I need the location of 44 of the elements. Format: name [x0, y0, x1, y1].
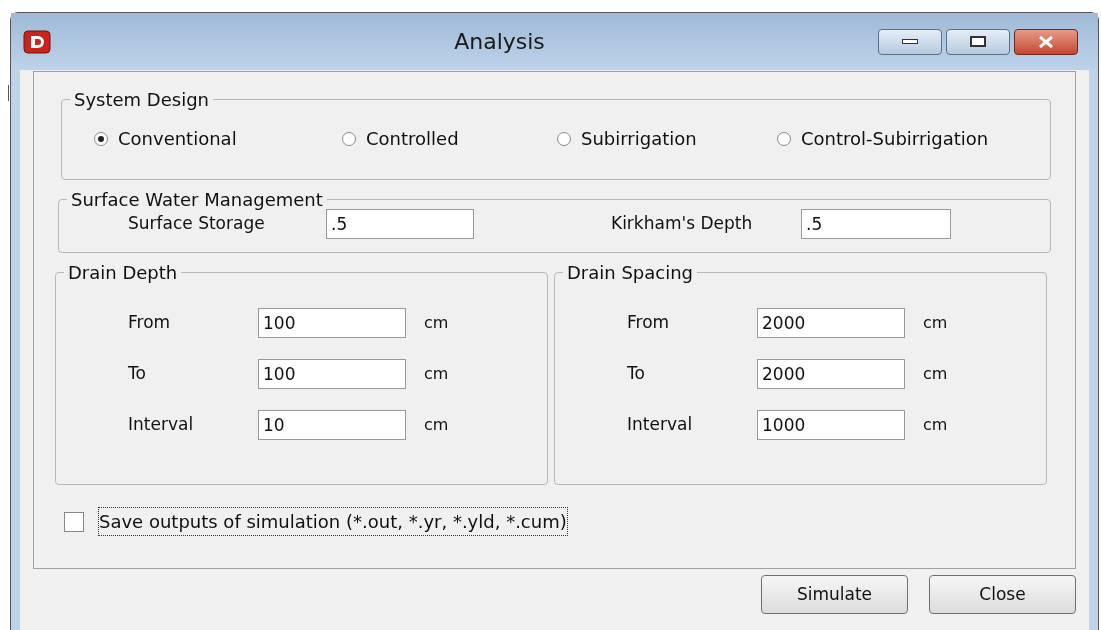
- unit-label: cm: [923, 312, 948, 334]
- checkbox-label: Save outputs of simulation (*.out, *.yr, *.yld, *.cum): [98, 507, 568, 536]
- close-icon: [1038, 35, 1054, 48]
- input-field[interactable]: 100: [258, 359, 406, 389]
- input-field[interactable]: 10: [258, 410, 406, 440]
- field-label: To: [128, 362, 147, 386]
- close-window-button[interactable]: [1014, 28, 1078, 55]
- window-title: Analysis: [454, 28, 545, 56]
- unit-label: cm: [424, 363, 449, 385]
- minimize-button[interactable]: [878, 28, 942, 55]
- unit-label: cm: [923, 363, 948, 385]
- radio-option[interactable]: Subirrigation: [557, 125, 777, 152]
- field-label: Interval: [627, 413, 694, 437]
- radio-option[interactable]: Conventional: [94, 125, 342, 152]
- app-logo-icon: [23, 29, 51, 54]
- field-label: Surface Storage: [128, 212, 266, 236]
- dialog-button[interactable]: Close: [929, 575, 1076, 614]
- radio-button[interactable]: [777, 131, 791, 146]
- input-field[interactable]: .5: [326, 209, 474, 239]
- field-label: To: [627, 362, 646, 386]
- group-title: Surface Water Management: [70, 188, 324, 212]
- maximize-button[interactable]: [946, 28, 1010, 55]
- input-field[interactable]: 100: [258, 308, 406, 338]
- radio-option[interactable]: Control-Subirrigation: [777, 125, 989, 152]
- unit-label: cm: [424, 312, 449, 334]
- input-field[interactable]: .5: [801, 209, 951, 239]
- field-label: Interval: [128, 413, 195, 437]
- group-title: System Design: [73, 88, 210, 112]
- radio-option[interactable]: Controlled: [342, 125, 557, 152]
- radio-button[interactable]: [557, 131, 571, 146]
- input-field[interactable]: 1000: [757, 410, 905, 440]
- field-label: From: [128, 311, 172, 335]
- save-outputs-checkbox-row[interactable]: Save outputs of simulation (*.out, *.yr, *.yld, *.cum): [64, 507, 1051, 536]
- input-field[interactable]: 2000: [757, 308, 905, 338]
- radio-button[interactable]: [94, 131, 108, 146]
- input-field[interactable]: 2000: [757, 359, 905, 389]
- unit-label: cm: [424, 414, 449, 436]
- group-title: Drain Depth: [67, 261, 179, 285]
- checkbox[interactable]: [64, 511, 84, 532]
- group-title: Drain Spacing: [566, 261, 695, 285]
- radio-button[interactable]: [342, 131, 356, 146]
- unit-label: cm: [923, 414, 948, 436]
- field-label: From: [627, 311, 671, 335]
- dialog-button[interactable]: Simulate: [761, 575, 908, 614]
